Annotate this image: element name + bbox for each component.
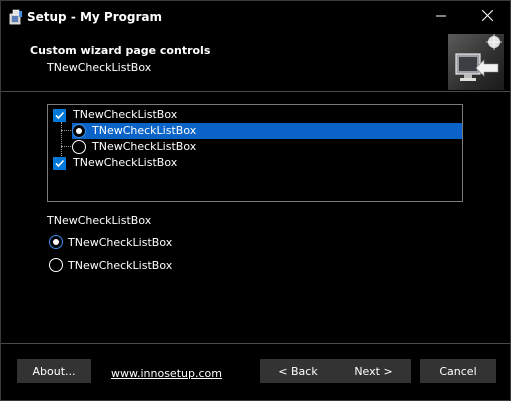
radio-option-label: TNewCheckListBox xyxy=(68,235,173,249)
page-subtitle: TNewCheckListBox xyxy=(47,61,152,74)
title-bar[interactable]: Setup - My Program xyxy=(1,1,510,33)
wizard-header: Custom wizard page controls TNewCheckLis… xyxy=(1,33,510,91)
checklist-item-label: TNewCheckListBox xyxy=(73,108,178,121)
checklist-item[interactable]: TNewCheckListBox xyxy=(72,139,198,155)
radio-checked-icon[interactable] xyxy=(72,124,86,138)
checkbox-checked-icon[interactable] xyxy=(53,108,66,122)
checklist-item[interactable]: TNewCheckListBox xyxy=(53,107,179,123)
footer-separator xyxy=(1,343,510,344)
radio-checked-icon[interactable] xyxy=(49,235,63,249)
radio-option-label: TNewCheckListBox xyxy=(68,258,173,272)
tree-connector xyxy=(61,130,71,131)
checklist-item[interactable]: TNewCheckListBox xyxy=(53,155,179,171)
checklist-item-label: TNewCheckListBox xyxy=(73,156,178,169)
page-title: Custom wizard page controls xyxy=(30,44,211,57)
checklist-item-label: TNewCheckListBox xyxy=(92,124,197,137)
radio-option[interactable]: TNewCheckListBox xyxy=(49,257,172,273)
about-button[interactable]: About... xyxy=(17,359,91,383)
next-button[interactable]: Next > xyxy=(336,359,411,383)
checklist-box[interactable]: TNewCheckListBox TNewCheckListBox TNewCh… xyxy=(47,104,463,202)
website-link[interactable]: www.innosetup.com xyxy=(111,367,222,380)
close-icon xyxy=(481,9,493,24)
radio-group-label: TNewCheckListBox xyxy=(47,214,152,227)
back-button[interactable]: < Back xyxy=(260,359,336,383)
radio-unchecked-icon[interactable] xyxy=(72,140,86,154)
setup-window: Setup - My Program Custom wizard page co… xyxy=(0,0,511,401)
close-button[interactable] xyxy=(464,1,510,33)
checklist-item-label: TNewCheckListBox xyxy=(92,140,197,153)
radio-option[interactable]: TNewCheckListBox xyxy=(49,234,172,250)
checklist-item-selected[interactable]: TNewCheckListBox xyxy=(72,123,462,139)
tree-connector xyxy=(61,146,71,147)
minimize-button[interactable] xyxy=(418,1,464,33)
setup-installer-icon xyxy=(8,9,24,25)
cancel-button[interactable]: Cancel xyxy=(420,359,496,383)
radio-unchecked-icon[interactable] xyxy=(49,258,63,272)
window-title: Setup - My Program xyxy=(27,10,162,24)
computer-monitor-arrow-image xyxy=(448,34,504,90)
header-separator xyxy=(1,91,510,92)
checkbox-checked-icon[interactable] xyxy=(53,156,66,170)
minimize-icon xyxy=(436,11,446,24)
